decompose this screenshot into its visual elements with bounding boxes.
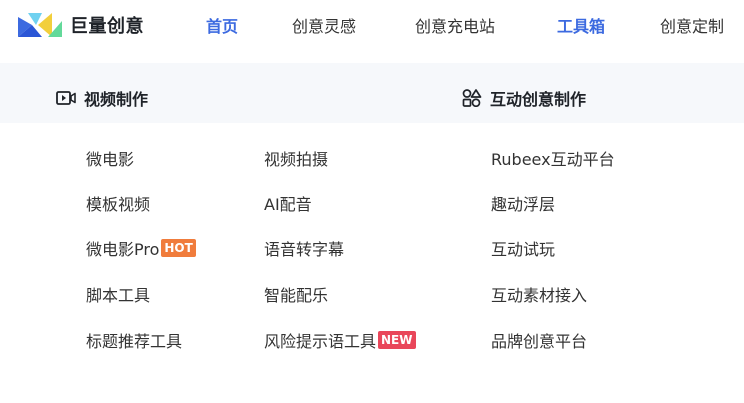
menu-item-smart-music[interactable]: 智能配乐 (264, 282, 328, 306)
menu-item-micro-film[interactable]: 微电影 (86, 146, 134, 170)
menu-item-fun-floating-layer[interactable]: 趣动浮层 (491, 191, 555, 215)
menu-item-video-shooting[interactable]: 视频拍摄 (264, 146, 328, 170)
menu-item-template-video[interactable]: 模板视频 (86, 191, 150, 215)
menu-item-speech-to-subtitle[interactable]: 语音转字幕 (264, 236, 344, 260)
nav-toolbox[interactable]: 工具箱 (557, 13, 605, 37)
menu-item-label: 微电影Pro (86, 240, 160, 259)
menu-item-label: 风险提示语工具 (264, 332, 377, 351)
menu-item-risk-warning-tool[interactable]: 风险提示语工具 NEW (264, 328, 416, 352)
menu-item-title-recommend-tool[interactable]: 标题推荐工具 (86, 328, 182, 352)
section-video-production: 视频制作 (56, 86, 148, 110)
menu-item-micro-film-pro[interactable]: 微电影Pro HOT (86, 236, 196, 260)
section-title-interactive: 互动创意制作 (490, 90, 587, 109)
menu-item-rubeex-platform[interactable]: Rubeex互动平台 (491, 146, 615, 170)
nav-home[interactable]: 首页 (206, 13, 238, 37)
section-title-video: 视频制作 (84, 90, 149, 109)
nav-creative-inspiration[interactable]: 创意灵感 (292, 13, 356, 37)
menu-item-interactive-material[interactable]: 互动素材接入 (491, 282, 587, 306)
menu-item-brand-creative-platform[interactable]: 品牌创意平台 (491, 328, 587, 352)
nav-creative-custom[interactable]: 创意定制 (660, 13, 724, 37)
brand-logo[interactable]: 巨量创意 (18, 10, 144, 40)
new-badge: NEW (378, 331, 416, 349)
menu-item-interactive-playable[interactable]: 互动试玩 (491, 236, 555, 260)
logo-icon (18, 13, 62, 37)
menu-item-ai-dubbing[interactable]: AI配音 (264, 191, 312, 215)
video-camera-icon (56, 91, 76, 105)
section-interactive-creative: 互动创意制作 (462, 86, 586, 110)
top-navigation-bar: 巨量创意 首页 创意灵感 创意充电站 工具箱 创意定制 (0, 0, 744, 50)
menu-item-script-tool[interactable]: 脚本工具 (86, 282, 150, 306)
shapes-icon (462, 89, 482, 107)
logo-text: 巨量创意 (70, 16, 144, 37)
hot-badge: HOT (161, 239, 196, 257)
nav-creative-charging-station[interactable]: 创意充电站 (415, 13, 495, 37)
